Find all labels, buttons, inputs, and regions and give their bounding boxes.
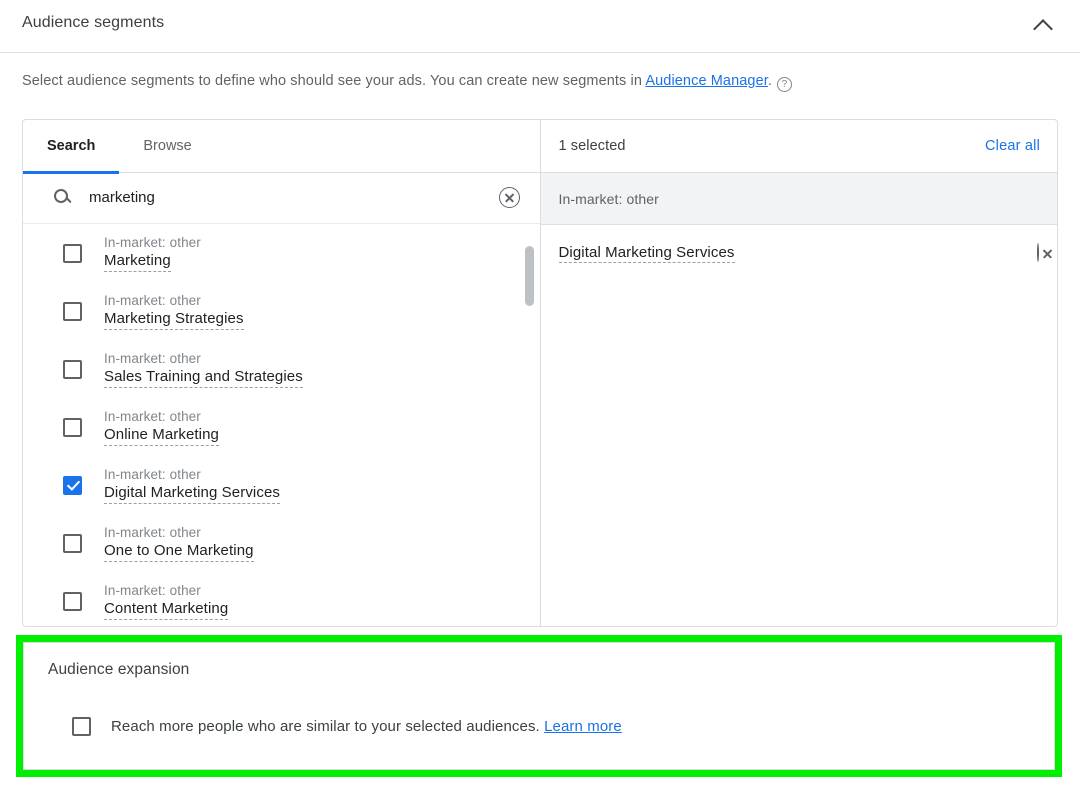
audience-segments-panel: Audience segments Select audience segmen… [0,0,1080,790]
audience-expansion-checkbox[interactable] [72,717,91,736]
audience-expansion-section: Audience expansion Reach more people who… [23,642,1055,770]
tab-search[interactable]: Search [23,120,120,174]
search-row [23,173,540,224]
audience-expansion-title: Audience expansion [48,661,190,678]
result-name: Content Marketing [104,599,229,621]
result-checkbox[interactable] [63,533,82,553]
clear-search-button[interactable] [498,187,520,208]
result-category: In-market: other [104,466,201,482]
audience-expansion-text: Reach more people who are similar to you… [111,718,540,735]
help-circle-icon[interactable]: ? [777,77,793,92]
description-text-after: . [767,73,773,89]
selected-item-name: Digital Marketing Services [558,243,735,263]
result-name: One to One Marketing [104,541,254,563]
result-row[interactable]: In-market: other Online Marketing [23,398,540,456]
result-category: In-market: other [104,582,201,598]
selected-header: 1 selected Clear all [540,120,1057,173]
result-checkbox[interactable] [63,359,82,379]
selected-item: Digital Marketing Services [541,225,1058,281]
result-row[interactable]: In-market: other Marketing [23,224,540,282]
segments-card: Search Browse In-market: other Marketing [22,119,1058,627]
highlight-annotation: Audience expansion Reach more people who… [16,635,1062,777]
chevron-up-icon [1033,18,1053,39]
audience-manager-link[interactable]: Audience Manager [645,73,768,89]
collapse-section-button[interactable] [1025,8,1061,44]
tab-browse[interactable]: Browse [119,120,215,173]
result-row[interactable]: In-market: other Sales Training and Stra… [23,340,540,398]
result-category: In-market: other [104,234,201,250]
result-category: In-market: other [104,292,201,308]
page-title: Audience segments [22,14,165,31]
search-pane: Search Browse In-market: other Marketing [23,120,541,626]
result-checkbox-checked[interactable] [63,475,82,495]
tab-bar: Search Browse [23,120,540,174]
result-row-selected[interactable]: In-market: other Digital Marketing Servi… [23,456,540,514]
result-row[interactable]: In-market: other One to One Marketing [23,514,540,572]
result-name: Online Marketing [104,425,219,447]
clear-circle-icon [498,187,520,208]
result-name: Digital Marketing Services [104,483,280,505]
result-name: Sales Training and Strategies [104,367,303,389]
result-checkbox[interactable] [63,591,82,611]
result-category: In-market: other [104,408,201,424]
search-results-list[interactable]: In-market: other Marketing In-market: ot… [23,224,540,626]
selected-pane: 1 selected Clear all In-market: other Di… [540,120,1058,626]
search-icon [54,189,68,203]
description-text-before: Select audience segments to define who s… [22,73,646,89]
result-checkbox[interactable] [63,301,82,321]
result-row[interactable]: In-market: other Marketing Strategies [23,282,540,340]
result-name: Marketing Strategies [104,309,244,331]
result-checkbox[interactable] [63,243,82,263]
result-category: In-market: other [104,350,201,366]
remove-selected-button[interactable] [1037,243,1039,262]
remove-circle-icon [1037,243,1039,262]
search-input[interactable] [87,188,487,207]
audience-expansion-row: Reach more people who are similar to you… [72,717,622,736]
results-scrollbar[interactable] [524,224,535,626]
result-row[interactable]: In-market: other Content Marketing [23,572,540,626]
result-checkbox[interactable] [63,417,82,437]
selected-group-header: In-market: other [540,173,1057,225]
selected-count: 1 selected [558,138,626,154]
panel-header: Audience segments [0,0,1080,53]
result-name: Marketing [104,251,171,273]
result-category: In-market: other [104,524,201,540]
scrollbar-thumb[interactable] [524,246,534,306]
learn-more-link[interactable]: Learn more [544,718,622,735]
section-description: Select audience segments to define who s… [22,73,793,92]
clear-all-button[interactable]: Clear all [985,138,1040,154]
